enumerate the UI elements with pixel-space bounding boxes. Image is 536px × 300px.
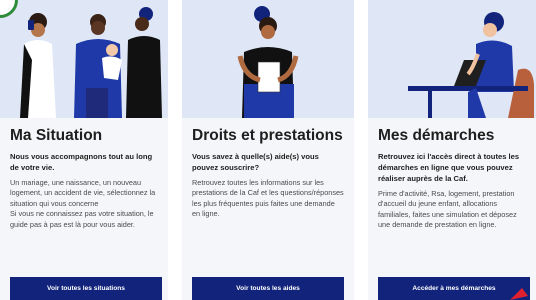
- card-ma-situation: Ma Situation Nous vous accompagnons tout…: [0, 0, 168, 300]
- family-illustration: [0, 0, 168, 118]
- card-lead: Vous savez à quelle(s) aide(s) vous pouv…: [192, 152, 319, 172]
- card-description-2: Si vous ne connaissez pas votre situatio…: [10, 209, 154, 229]
- card-title: Ma Situation: [10, 127, 103, 144]
- card-droits-prestations: Droits et prestations Vous savez à quell…: [182, 0, 354, 300]
- card-title: Droits et prestations: [192, 127, 343, 144]
- arrow-icon: [510, 288, 528, 300]
- card-lead: Nous vous accompagnons tout au long de v…: [10, 152, 153, 172]
- card-description: Retrouvez toutes les informations sur le…: [192, 178, 344, 219]
- card-description: Un mariage, une naissance, un nouveau lo…: [10, 178, 156, 208]
- card-lead: Retrouvez ici l'accès direct à toutes le…: [378, 152, 520, 183]
- see-all-situations-button[interactable]: Voir toutes les situations: [10, 277, 162, 300]
- card-mes-demarches: Mes démarches Retrouvez ici l'accès dire…: [368, 0, 536, 300]
- card-description: Prime d'activité, Rsa, logement, prestat…: [378, 189, 517, 230]
- see-all-aids-button[interactable]: Voir toutes les aides: [192, 277, 344, 300]
- man-at-laptop-illustration: [368, 0, 536, 118]
- card-title: Mes démarches: [378, 127, 495, 144]
- woman-with-document-illustration: [182, 0, 354, 118]
